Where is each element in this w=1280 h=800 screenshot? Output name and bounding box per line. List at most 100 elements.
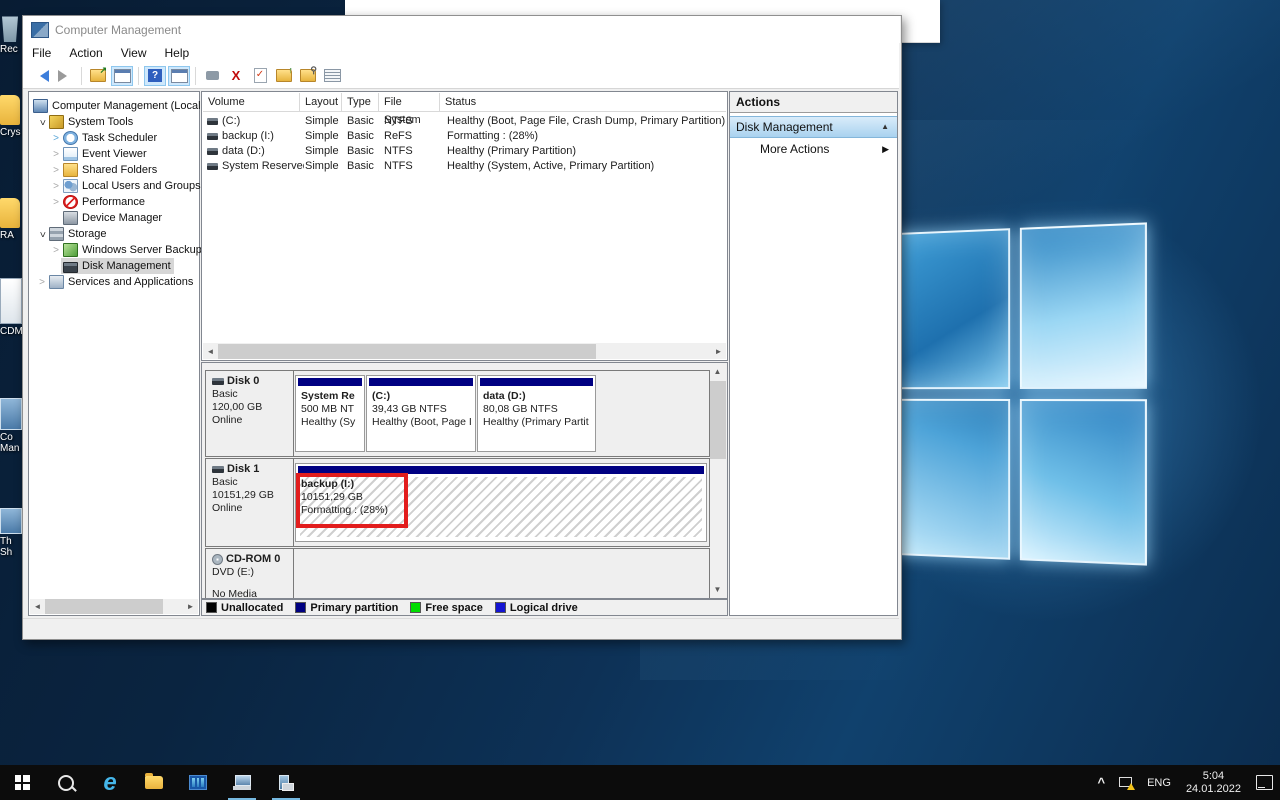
legend-unallocated: Unallocated: [206, 602, 283, 614]
up-level-button[interactable]: ↗: [87, 65, 109, 86]
chevron-collapsed-icon[interactable]: >: [51, 245, 61, 256]
partition-c[interactable]: (C:) 39,43 GB NTFS Healthy (Boot, Page I: [366, 375, 476, 452]
shortcut-icon: [0, 398, 22, 430]
tree-item-services-applications[interactable]: > Services and Applications: [37, 274, 193, 290]
properties-button[interactable]: [321, 66, 343, 86]
computer-devices-icon: [233, 775, 251, 790]
scrollbar-thumb[interactable]: [710, 381, 726, 459]
scroll-left-icon[interactable]: ◄: [203, 344, 218, 359]
computer-management-taskbar-button[interactable]: [220, 765, 264, 800]
desktop-icon-recycle-bin[interactable]: Rec: [0, 12, 24, 55]
check-disk-button[interactable]: ✓: [249, 66, 271, 86]
help-button[interactable]: ?: [144, 65, 166, 86]
desktop-icon-shortcut-1[interactable]: Co Man: [0, 398, 24, 454]
menu-help[interactable]: Help: [156, 43, 199, 63]
toolbar: ↗ ? X ✓ ↑ ⚲: [23, 63, 899, 89]
disk-vertical-scrollbar[interactable]: ▲ ▼: [710, 364, 726, 597]
menu-file[interactable]: File: [23, 43, 60, 63]
chevron-collapsed-icon[interactable]: >: [51, 133, 61, 144]
tree-item-storage[interactable]: > Storage: [37, 226, 107, 242]
cdrom-label[interactable]: CD-ROM 0 DVD (E:) No Media: [206, 549, 294, 598]
file-explorer-button[interactable]: [132, 765, 176, 800]
chevron-collapsed-icon[interactable]: >: [51, 149, 61, 160]
action-center-button[interactable]: [1249, 765, 1280, 800]
tree-item-system-tools[interactable]: > System Tools: [37, 114, 133, 130]
chevron-expanded-icon[interactable]: >: [37, 117, 48, 127]
file-icon: [0, 278, 22, 324]
delete-button[interactable]: X: [225, 66, 247, 86]
server-backup-icon: [63, 243, 78, 257]
tree-item-local-users-groups[interactable]: > Local Users and Groups: [51, 178, 201, 194]
announce-button[interactable]: [201, 66, 223, 86]
task-scheduler-icon: [63, 131, 78, 145]
chevron-collapsed-icon[interactable]: >: [51, 181, 61, 192]
column-header-layout[interactable]: Layout: [300, 93, 342, 111]
desktop-icon-shortcut-2[interactable]: Th Sh: [0, 508, 24, 558]
column-header-volume[interactable]: Volume: [203, 93, 300, 111]
window-content: Computer Management (Local > System Tool…: [23, 89, 899, 618]
network-status-button[interactable]: [1112, 765, 1140, 800]
forward-button[interactable]: [54, 66, 76, 86]
cdrom-row: CD-ROM 0 DVD (E:) No Media: [205, 548, 710, 598]
disk0-row: Disk 0 Basic 120,00 GB Online System Re 5…: [205, 370, 710, 457]
show-action-pane-button[interactable]: [168, 65, 190, 86]
volume-horizontal-scrollbar[interactable]: ◄ ►: [203, 343, 726, 359]
logo-pane: [891, 228, 1011, 390]
tree-item-device-manager[interactable]: Device Manager: [61, 210, 162, 226]
partition-data[interactable]: data (D:) 80,08 GB NTFS Healthy (Primary P…: [477, 375, 596, 452]
scroll-left-icon[interactable]: ◄: [30, 599, 45, 614]
scroll-up-icon[interactable]: ▲: [710, 364, 725, 379]
start-button[interactable]: [0, 765, 44, 800]
tree-item-shared-folders[interactable]: > Shared Folders: [51, 162, 157, 178]
tray-expand-chevron[interactable]: ^: [1091, 765, 1113, 800]
internet-explorer-button[interactable]: e: [88, 765, 132, 800]
collapse-caret-icon[interactable]: ▲: [881, 117, 889, 137]
scroll-right-icon[interactable]: ►: [183, 599, 198, 614]
disk1-label[interactable]: Disk 1 Basic 10151,29 GB Online: [206, 459, 294, 546]
taskbar-clock[interactable]: 5:04 24.01.2022: [1178, 770, 1249, 796]
actions-more-actions[interactable]: More Actions ▶: [730, 140, 897, 159]
chevron-collapsed-icon[interactable]: >: [51, 165, 61, 176]
column-header-status[interactable]: Status: [440, 93, 710, 111]
back-button[interactable]: [30, 66, 52, 86]
tree-horizontal-scrollbar[interactable]: ◄ ►: [30, 599, 198, 614]
event-viewer-icon: [63, 147, 78, 161]
tree-item-disk-management[interactable]: Disk Management: [61, 258, 174, 274]
column-header-filesystem[interactable]: File System: [379, 93, 440, 126]
folder-add-icon: ↑: [276, 65, 293, 82]
unallocated-swatch: [206, 602, 217, 613]
properties-list-icon: [323, 69, 341, 82]
chevron-collapsed-icon[interactable]: >: [37, 277, 47, 288]
console-tree-toggle-button[interactable]: [111, 65, 133, 86]
add-folder-button[interactable]: ↑: [273, 65, 295, 86]
column-header-type[interactable]: Type: [342, 93, 379, 111]
system-tools-icon: [49, 115, 64, 129]
desktop-icon-file[interactable]: CDM: [0, 278, 24, 337]
find-folder-button[interactable]: ⚲: [297, 65, 319, 86]
server-manager-button[interactable]: [176, 765, 220, 800]
tree-item-event-viewer[interactable]: > Event Viewer: [51, 146, 147, 162]
disk-tool-taskbar-button[interactable]: [264, 765, 308, 800]
chevron-expanded-icon[interactable]: >: [37, 229, 48, 239]
desktop-icon-folder-2[interactable]: RA: [0, 198, 24, 241]
search-button[interactable]: [44, 765, 88, 800]
actions-disk-management-group[interactable]: Disk Management ▲: [730, 116, 897, 138]
desktop-icon-folder-1[interactable]: Crys: [0, 95, 24, 138]
menu-action[interactable]: Action: [60, 43, 111, 63]
disk0-label[interactable]: Disk 0 Basic 120,00 GB Online: [206, 371, 294, 456]
legend-primary-partition: Primary partition: [295, 602, 398, 614]
scroll-right-icon[interactable]: ►: [711, 344, 726, 359]
tree-item-task-scheduler[interactable]: > Task Scheduler: [51, 130, 157, 146]
scrollbar-thumb[interactable]: [218, 343, 596, 359]
titlebar[interactable]: Computer Management: [23, 16, 346, 43]
toolbar-separator: [81, 66, 82, 85]
menu-view[interactable]: View: [112, 43, 156, 63]
language-indicator[interactable]: ENG: [1140, 765, 1178, 800]
chevron-collapsed-icon[interactable]: >: [51, 197, 61, 208]
scroll-down-icon[interactable]: ▼: [710, 582, 725, 597]
scrollbar-thumb[interactable]: [45, 599, 163, 614]
tree-item-windows-server-backup[interactable]: > Windows Server Backup: [51, 242, 202, 258]
tree-item-computer-management[interactable]: Computer Management (Local: [31, 98, 201, 114]
partition-system-reserved[interactable]: System Re 500 MB NT Healthy (Sy: [295, 375, 365, 452]
tree-item-performance[interactable]: > Performance: [51, 194, 145, 210]
